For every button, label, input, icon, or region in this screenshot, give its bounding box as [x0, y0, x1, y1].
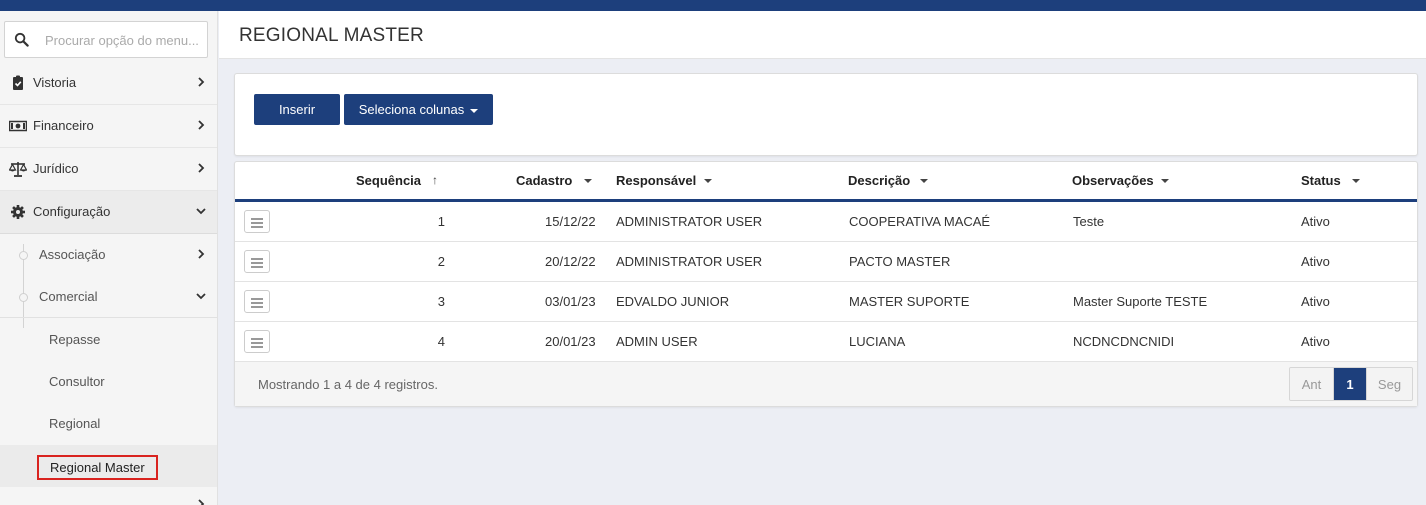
chevron-down-icon	[196, 208, 206, 215]
sidebar-item-regional-master[interactable]: Regional Master	[0, 445, 217, 487]
pagination-page-button[interactable]: 1	[1334, 368, 1366, 400]
cell-status: Ativo	[1301, 334, 1330, 349]
clipboard-check-icon	[13, 75, 23, 90]
page-title: REGIONAL MASTER	[239, 25, 424, 46]
sidebar-item-financeiro[interactable]: Financeiro	[0, 105, 217, 148]
cell-sequencia: 1	[437, 214, 445, 229]
cell-status: Ativo	[1301, 214, 1330, 229]
table-row[interactable]: 1 15/12/22 ADMINISTRATOR USER COOPERATIV…	[235, 202, 1417, 242]
chevron-down-icon	[196, 293, 206, 300]
sort-asc-icon[interactable]: ↑	[432, 173, 438, 187]
sidebar-item-label: Associação	[39, 247, 106, 262]
select-columns-label: Seleciona colunas	[358, 102, 465, 117]
sort-caret-icon[interactable]	[1352, 179, 1360, 183]
cell-observacoes: NCDNCDNCNIDI	[1073, 334, 1175, 349]
table-header: Sequência ↑ Cadastro Responsável Descriç…	[235, 162, 1417, 202]
row-menu-icon[interactable]	[244, 290, 270, 313]
cell-sequencia: 4	[437, 334, 445, 349]
sidebar-item-label: Regional Master	[37, 455, 158, 480]
col-header-responsavel[interactable]: Responsável	[616, 173, 696, 188]
sidebar-item-configuracao[interactable]: Configuração	[0, 191, 217, 234]
cell-sequencia: 3	[437, 294, 445, 309]
top-bar	[0, 0, 1426, 11]
cell-responsavel: ADMIN USER	[616, 334, 698, 349]
sort-caret-icon[interactable]	[704, 179, 712, 183]
col-header-status[interactable]: Status	[1301, 173, 1341, 188]
sort-caret-icon[interactable]	[1161, 179, 1169, 183]
pagination-next-button[interactable]: Seg	[1366, 368, 1412, 400]
sidebar-item-associacao[interactable]: Associação	[0, 234, 217, 276]
chevron-right-icon	[198, 120, 205, 130]
col-header-cadastro[interactable]: Cadastro	[516, 173, 572, 188]
balance-scale-icon	[9, 162, 27, 177]
sidebar-item-label: Repasse	[49, 332, 101, 347]
cell-responsavel: ADMINISTRATOR USER	[616, 214, 763, 229]
cell-observacoes: Master Suporte TESTE	[1073, 294, 1208, 309]
sidebar-item-comercial[interactable]: Comercial	[0, 276, 217, 318]
money-bill-icon	[9, 120, 27, 132]
chevron-right-icon	[198, 499, 205, 505]
cell-sequencia: 2	[437, 254, 445, 269]
row-menu-icon[interactable]	[244, 330, 270, 353]
insert-button-label: Inserir	[278, 102, 316, 117]
sort-caret-icon[interactable]	[584, 179, 592, 183]
sidebar-item-partial[interactable]	[0, 487, 217, 505]
caret-down-icon	[470, 108, 479, 113]
sidebar-item-label: Consultor	[49, 374, 105, 389]
sidebar-item-regional[interactable]: Regional	[0, 403, 217, 445]
table-footer: Mostrando 1 a 4 de 4 registros. Ant 1 Se…	[235, 361, 1417, 406]
chevron-right-icon	[198, 77, 205, 87]
cell-cadastro: 15/12/22	[545, 214, 596, 229]
table-row[interactable]: 4 20/01/23 ADMIN USER LUCIANA NCDNCDNCNI…	[235, 322, 1417, 362]
sidebar-item-consultor[interactable]: Consultor	[0, 361, 217, 403]
tree-node-dot	[19, 251, 28, 260]
gear-icon	[11, 205, 25, 219]
menu-search-input[interactable]	[45, 30, 203, 50]
sidebar-item-label: Comercial	[39, 289, 98, 304]
cell-descricao: MASTER SUPORTE	[849, 294, 970, 309]
table-row[interactable]: 2 20/12/22 ADMINISTRATOR USER PACTO MAST…	[235, 242, 1417, 282]
sidebar: Vistoria Financeiro Jurídico	[0, 11, 218, 505]
table-row[interactable]: 3 03/01/23 EDVALDO JUNIOR MASTER SUPORTE…	[235, 282, 1417, 322]
cell-descricao: PACTO MASTER	[849, 254, 951, 269]
tree-node-dot	[19, 293, 28, 302]
chevron-right-icon	[198, 163, 205, 173]
select-columns-button[interactable]: Seleciona colunas	[344, 94, 493, 125]
sidebar-item-label: Configuração	[33, 204, 111, 219]
sidebar-item-vistoria[interactable]: Vistoria	[0, 62, 217, 105]
sort-caret-icon[interactable]	[920, 179, 928, 183]
cell-cadastro: 03/01/23	[545, 294, 596, 309]
cell-observacoes: Teste	[1073, 214, 1105, 229]
pagination-prev-button[interactable]: Ant	[1290, 368, 1334, 400]
toolbar-card: Inserir Seleciona colunas	[234, 73, 1418, 156]
sidebar-item-label: Financeiro	[33, 118, 94, 133]
cell-cadastro: 20/12/22	[545, 254, 596, 269]
chevron-right-icon	[198, 249, 205, 259]
col-header-sequencia[interactable]: Sequência	[356, 173, 421, 188]
row-menu-icon[interactable]	[244, 250, 270, 273]
cell-status: Ativo	[1301, 254, 1330, 269]
cell-responsavel: EDVALDO JUNIOR	[616, 294, 730, 309]
sidebar-item-label: Jurídico	[33, 161, 79, 176]
data-table: Sequência ↑ Cadastro Responsável Descriç…	[234, 161, 1418, 407]
cell-status: Ativo	[1301, 294, 1330, 309]
sidebar-item-label: Regional	[49, 416, 101, 431]
insert-button[interactable]: Inserir	[254, 94, 340, 125]
records-info: Mostrando 1 a 4 de 4 registros.	[258, 377, 438, 392]
menu-search	[4, 21, 208, 58]
sidebar-item-repasse[interactable]: Repasse	[0, 319, 217, 361]
search-icon	[14, 32, 29, 47]
cell-descricao: LUCIANA	[849, 334, 906, 349]
cell-descricao: COOPERATIVA MACAÉ	[849, 214, 991, 229]
page-header: REGIONAL MASTER	[219, 11, 1426, 59]
sidebar-item-label: Vistoria	[33, 75, 77, 90]
cell-responsavel: ADMINISTRATOR USER	[616, 254, 763, 269]
pagination: Ant 1 Seg	[1289, 367, 1413, 401]
col-header-descricao[interactable]: Descrição	[848, 173, 910, 188]
sidebar-item-juridico[interactable]: Jurídico	[0, 148, 217, 191]
col-header-observacoes[interactable]: Observações	[1072, 173, 1154, 188]
main-content: REGIONAL MASTER Inserir Seleciona coluna…	[219, 11, 1426, 505]
cell-cadastro: 20/01/23	[545, 334, 596, 349]
row-menu-icon[interactable]	[244, 210, 270, 233]
